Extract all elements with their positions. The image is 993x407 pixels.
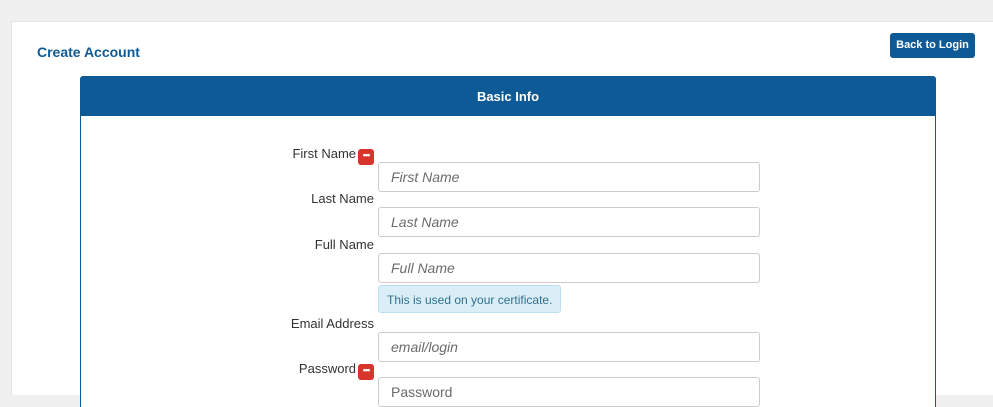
full-name-hint: This is used on your certificate.: [378, 285, 562, 313]
panel-heading: Basic Info: [81, 77, 935, 116]
full-name-field[interactable]: [378, 253, 760, 283]
last-name-label: Last Name: [311, 191, 374, 206]
create-account-card: Create Account Back to Login Basic Info …: [11, 21, 993, 407]
page-title: Create Account: [37, 44, 140, 60]
back-to-login-button[interactable]: Back to Login: [890, 33, 975, 58]
email-label: Email Address: [290, 316, 374, 331]
full-name-label: Full Name: [314, 237, 374, 252]
password-field[interactable]: [378, 377, 760, 407]
password-label: Password: [298, 361, 356, 376]
first-name-label: First Name: [292, 146, 356, 161]
basic-info-panel: Basic Info First Name ••• Last Name Full…: [80, 76, 936, 407]
first-name-field[interactable]: [378, 162, 760, 192]
required-icon: •••: [358, 149, 374, 165]
email-field[interactable]: [378, 332, 760, 362]
last-name-field[interactable]: [378, 207, 760, 237]
required-icon: •••: [358, 364, 374, 380]
